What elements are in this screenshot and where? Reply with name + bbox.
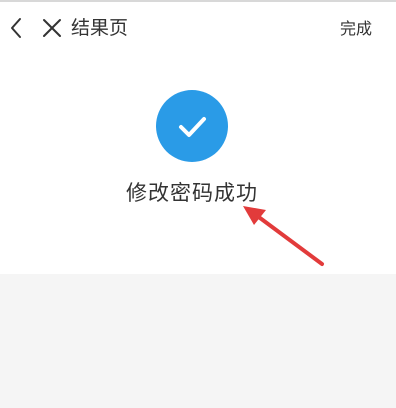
result-panel: 修改密码成功	[0, 54, 396, 274]
result-message: 修改密码成功	[126, 181, 258, 205]
back-button[interactable]	[4, 12, 28, 44]
success-badge	[156, 90, 228, 162]
close-button[interactable]	[38, 12, 66, 44]
done-button[interactable]: 完成	[340, 17, 372, 41]
page-title: 结果页	[71, 17, 129, 39]
chevron-left-icon	[11, 18, 21, 38]
close-icon	[43, 19, 61, 37]
navigation-bar: 结果页 完成	[0, 2, 396, 54]
checkmark-icon	[179, 117, 206, 137]
